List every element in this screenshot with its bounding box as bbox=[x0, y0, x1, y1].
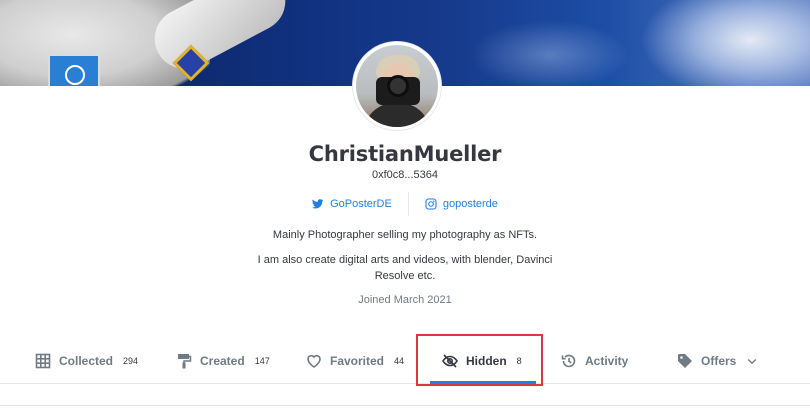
tab-count: 294 bbox=[123, 355, 139, 366]
tab-offers[interactable]: Offers bbox=[677, 338, 758, 383]
tab-label: Offers bbox=[701, 353, 737, 368]
tab-label: Created bbox=[200, 353, 245, 368]
wallet-address[interactable]: 0xf0c8...5364 bbox=[0, 169, 810, 181]
grid-icon bbox=[35, 353, 51, 368]
tab-label: Favorited bbox=[330, 353, 385, 368]
social-links: GoPosterDE goposterde bbox=[0, 191, 810, 217]
un-flag-patch bbox=[48, 54, 100, 86]
profile-tabs: Collected 294 Created 147 Favorited 44 H… bbox=[0, 338, 810, 384]
tab-collected[interactable]: Collected 294 bbox=[35, 338, 138, 383]
instagram-icon bbox=[425, 198, 437, 210]
history-icon bbox=[561, 354, 576, 367]
tab-favorited[interactable]: Favorited 44 bbox=[306, 338, 404, 383]
profile-username: ChristianMueller bbox=[308, 142, 502, 166]
tab-count: 147 bbox=[254, 355, 270, 366]
chevron-down-icon[interactable] bbox=[746, 355, 758, 367]
instagram-handle: goposterde bbox=[442, 198, 498, 210]
hidden-tab-highlight-box bbox=[416, 334, 543, 386]
instagram-link[interactable]: goposterde bbox=[409, 198, 514, 210]
bio-line: I am also create digital arts and videos… bbox=[257, 254, 553, 282]
twitter-handle: GoPosterDE bbox=[330, 198, 392, 210]
joined-date: Joined March 2021 bbox=[358, 294, 452, 306]
banner-cloud bbox=[470, 20, 630, 86]
avatar[interactable] bbox=[353, 42, 441, 130]
bio-line: Mainly Photographer selling my photograp… bbox=[272, 229, 538, 241]
paint-roller-icon bbox=[178, 353, 192, 368]
content-divider bbox=[0, 405, 810, 406]
tab-label: Collected bbox=[59, 353, 114, 368]
tab-label: Activity bbox=[585, 353, 629, 368]
tab-count: 44 bbox=[394, 355, 405, 366]
tab-created[interactable]: Created 147 bbox=[176, 338, 270, 383]
tab-activity[interactable]: Activity bbox=[561, 338, 628, 383]
tag-icon bbox=[678, 353, 692, 368]
twitter-link[interactable]: GoPosterDE bbox=[296, 198, 408, 210]
avatar-photo bbox=[356, 45, 438, 127]
twitter-icon bbox=[312, 199, 324, 209]
banner-cloud bbox=[640, 0, 810, 86]
heart-icon bbox=[307, 354, 321, 368]
